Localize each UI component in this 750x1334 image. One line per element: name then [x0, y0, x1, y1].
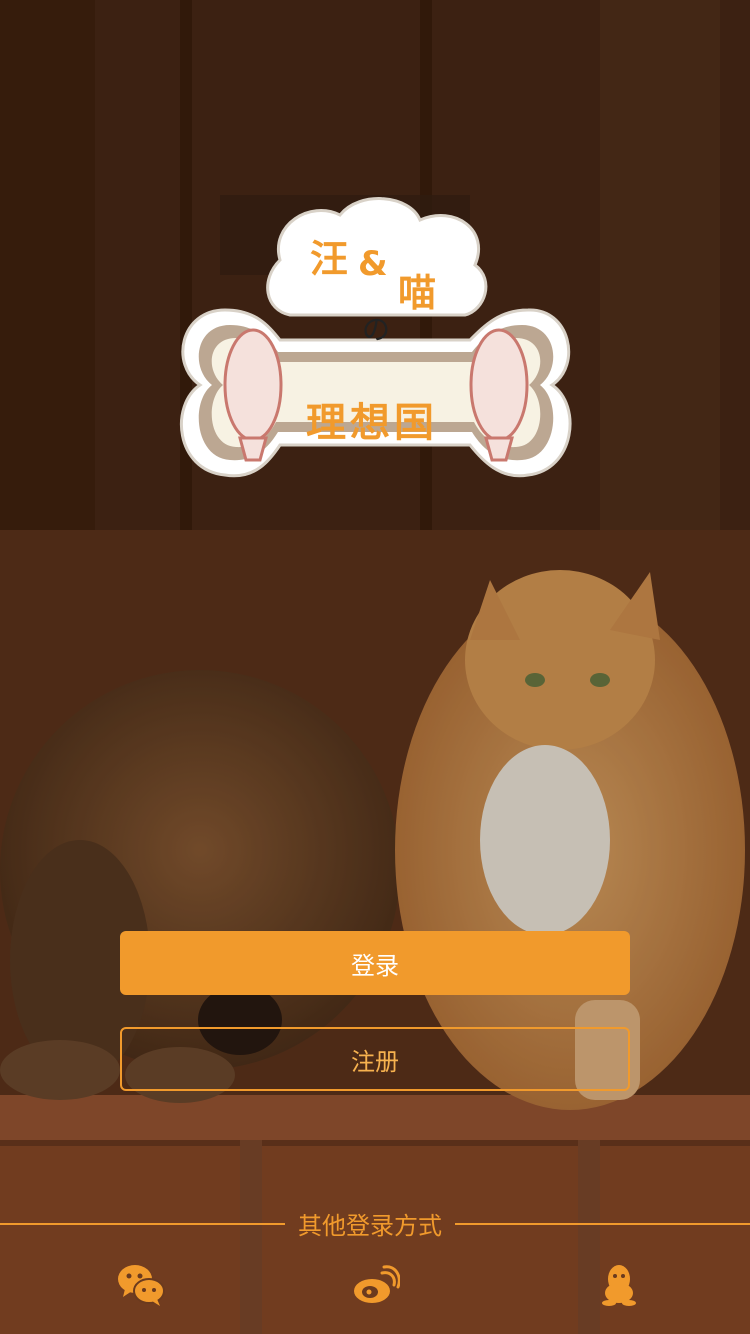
- divider-left: [0, 1223, 285, 1225]
- logo-text-ideal-country: 理想国: [306, 400, 438, 446]
- wechat-icon[interactable]: [117, 1263, 165, 1307]
- logo-text-miao: 喵: [398, 271, 437, 315]
- login-screen: 汪 & 喵 の 理想国 登录 注册 其他登录方式: [0, 0, 750, 1334]
- app-logo: 汪 & 喵 の 理想国: [170, 190, 582, 535]
- login-button[interactable]: 登录: [120, 931, 630, 995]
- logo-text-wang: 汪: [310, 237, 349, 281]
- qq-icon[interactable]: [595, 1263, 643, 1307]
- logo-text-ampersand: &: [358, 244, 388, 284]
- other-login-label: 其他登录方式: [298, 1212, 442, 1240]
- logo-text-no: の: [362, 313, 391, 346]
- weibo-icon[interactable]: [352, 1263, 401, 1307]
- divider-right: [455, 1223, 750, 1225]
- register-button[interactable]: 注册: [120, 1027, 630, 1091]
